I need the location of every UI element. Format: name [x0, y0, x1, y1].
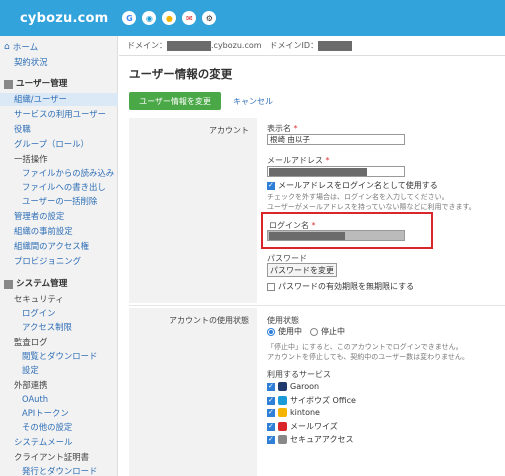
- sidebar-item-export[interactable]: ファイルへの書き出し: [0, 181, 118, 194]
- sidebar-item-audit-view[interactable]: 閲覧とダウンロード: [0, 350, 118, 363]
- service-checkbox[interactable]: [267, 422, 275, 431]
- service-logo-icon: [278, 408, 287, 417]
- service-logo-icon: [278, 396, 287, 405]
- sidebar-item-groups[interactable]: グループ（ロール）: [0, 138, 118, 151]
- suspended-label: 停止中: [321, 327, 345, 336]
- sidebar-item-api-token[interactable]: APIトークン: [0, 407, 118, 420]
- header-app-icons: G ◉ ● ✉ ⚙: [122, 11, 222, 25]
- cancel-link[interactable]: キャンセル: [233, 96, 273, 107]
- sidebar: ⌂ ホーム 契約状況 ユーザー管理 組織/ユーザー サービスの利用ユーザー 役職 …: [0, 36, 118, 476]
- sidebar-item-bulk-delete[interactable]: ユーザーの一括削除: [0, 195, 118, 208]
- sidebar-item-org-presets[interactable]: 組織の事前設定: [0, 225, 118, 238]
- service-checkbox[interactable]: [267, 396, 275, 405]
- usage-label-column: [129, 308, 257, 476]
- sidebar-group-client-cert: クライアント証明書: [14, 452, 90, 462]
- service-logo-icon: [278, 382, 287, 391]
- usage-section-label: アカウントの使用状態: [169, 316, 249, 325]
- usage-state-options: 使用中 停止中: [267, 326, 345, 337]
- display-name-label: 表示名 *: [267, 124, 298, 133]
- service-item[interactable]: Garoon: [267, 382, 319, 391]
- sidebar-item-org-access[interactable]: 組織間のアクセス権: [0, 240, 118, 253]
- email-field[interactable]: [267, 166, 405, 177]
- redacted-domain-id: [318, 40, 353, 51]
- service-checkbox[interactable]: [267, 382, 275, 391]
- section-divider: [129, 305, 505, 306]
- sidebar-item-admins[interactable]: 管理者の設定: [0, 210, 118, 223]
- no-expiry-option[interactable]: パスワードの有効期限を無期限にする: [267, 281, 414, 292]
- suspended-radio[interactable]: [310, 327, 318, 336]
- app-header: cybozu.com G ◉ ● ✉ ⚙: [0, 0, 505, 36]
- account-section-label: アカウント: [209, 126, 249, 135]
- email-label: メールアドレス *: [267, 156, 330, 165]
- sidebar-section-user: ユーザー管理: [0, 78, 118, 91]
- use-email-login-checkbox[interactable]: [267, 181, 275, 190]
- service-label: サイボウズ Office: [290, 396, 356, 405]
- sidebar-group-audit: 監査ログ: [14, 337, 48, 347]
- cybozu-logo[interactable]: cybozu.com: [20, 11, 108, 26]
- no-expiry-checkbox[interactable]: [267, 282, 275, 291]
- sidebar-item-provisioning[interactable]: プロビジョニング: [0, 255, 118, 268]
- service-item[interactable]: メールワイズ: [267, 421, 338, 432]
- sidebar-item-audit-settings[interactable]: 設定: [0, 364, 118, 377]
- service-checkbox[interactable]: [267, 408, 275, 417]
- sidebar-item-contract[interactable]: 契約状況: [0, 56, 118, 69]
- services-label: 利用するサービス: [267, 370, 331, 379]
- usage-note-1: 「停止中」にすると、このアカウントでログインできません。: [267, 343, 463, 351]
- sidebar-item-access-restriction[interactable]: アクセス制限: [0, 321, 118, 334]
- sidebar-group-bulk: 一括操作: [14, 154, 48, 164]
- system-admin-icon: [4, 280, 13, 289]
- email-hint-1: チェックを外す場合は、ログイン名を入力してください。: [267, 193, 449, 201]
- display-name-field[interactable]: 根崎 由以子: [267, 134, 405, 145]
- page-title: ユーザー情報の変更: [129, 67, 233, 81]
- service-label: メールワイズ: [290, 422, 338, 431]
- change-password-button[interactable]: パスワードを変更: [267, 263, 337, 277]
- sidebar-item-oauth[interactable]: OAuth: [0, 393, 118, 406]
- sidebar-item-service-users[interactable]: サービスの利用ユーザー: [0, 108, 118, 121]
- circle-app-icon[interactable]: ◉: [142, 11, 157, 25]
- service-item[interactable]: サイボウズ Office: [267, 395, 356, 406]
- service-logo-icon: [278, 435, 287, 444]
- sidebar-group-external: 外部連携: [14, 380, 48, 390]
- chat-icon[interactable]: ●: [162, 11, 177, 25]
- usage-note-2: アカウントを停止しても、契約中のユーザー数は変わりません。: [267, 353, 469, 361]
- service-logo-icon: [278, 422, 287, 431]
- service-label: セキュアアクセス: [290, 435, 354, 444]
- service-checkbox[interactable]: [267, 435, 275, 444]
- user-admin-icon: [4, 80, 13, 89]
- sidebar-item-login[interactable]: ログイン: [0, 307, 118, 320]
- in-use-label: 使用中: [278, 327, 302, 336]
- usage-state-label: 使用状態: [267, 316, 299, 325]
- mail-icon[interactable]: ✉: [182, 11, 197, 25]
- use-email-login-option[interactable]: メールアドレスをログイン名として使用する: [267, 180, 438, 191]
- home-icon: ⌂: [4, 42, 10, 52]
- sidebar-item-home[interactable]: ⌂ ホーム: [4, 41, 38, 53]
- sidebar-item-import[interactable]: ファイルからの読み込み: [0, 167, 118, 180]
- service-item[interactable]: kintone: [267, 408, 320, 417]
- service-label: kintone: [290, 408, 320, 417]
- service-label: Garoon: [290, 382, 320, 391]
- domain-bar: ドメイン： .cybozu.com ドメインID：: [119, 36, 505, 56]
- save-user-button[interactable]: ユーザー情報を変更: [129, 92, 221, 110]
- login-name-field[interactable]: [267, 230, 405, 241]
- sidebar-item-system-mail[interactable]: システムメール: [0, 436, 118, 449]
- in-use-radio[interactable]: [267, 327, 275, 336]
- redacted-email: [269, 168, 367, 176]
- sidebar-section-system: システム管理: [0, 278, 118, 291]
- sidebar-group-security: セキュリティ: [14, 294, 64, 304]
- redacted-domain: [167, 40, 211, 51]
- settings-icon[interactable]: ⚙: [202, 11, 217, 25]
- email-hint-2: ユーザーがメールアドレスを持っていない際などに利用できます。: [267, 203, 476, 211]
- google-icon[interactable]: G: [122, 11, 137, 25]
- sidebar-item-org-user[interactable]: 組織/ユーザー: [0, 93, 118, 106]
- sidebar-item-positions[interactable]: 役職: [0, 123, 118, 136]
- account-label-column: [129, 118, 257, 303]
- redacted-login-name: [269, 232, 345, 240]
- service-item[interactable]: セキュアアクセス: [267, 434, 353, 445]
- sidebar-item-cert-issue[interactable]: 発行とダウンロード: [0, 465, 118, 476]
- sidebar-item-other-settings[interactable]: その他の設定: [0, 421, 118, 434]
